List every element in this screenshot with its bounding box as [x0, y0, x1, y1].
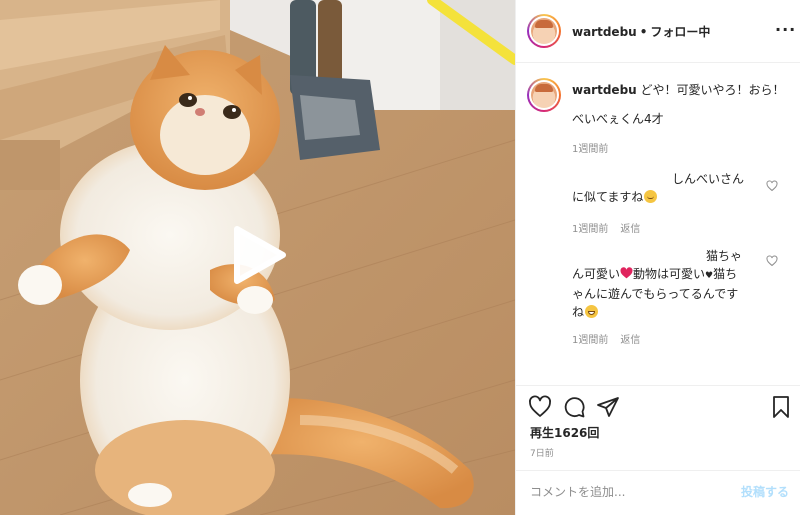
caption-line2: べいべぇくん4才	[572, 112, 664, 126]
comment-item: 猫ちゃ ん可愛い 動物は可愛い♥猫ち ゃんに遊んでもらってるんです ね 1週間前 返…	[572, 247, 762, 346]
comment-item: しんべいさん に似てますね 1週間前 返信	[572, 170, 762, 235]
comments-list: wartdebu どや！可愛いやろ！おら！ べいべぇくん4才 1週間前 しんべい…	[516, 63, 800, 385]
comment-like-heart-icon[interactable]	[766, 180, 778, 192]
caption-avatar[interactable]	[527, 78, 561, 112]
comment-input[interactable]	[530, 482, 730, 502]
caption-line: wartdebu どや！可愛いやろ！おら！	[572, 81, 792, 99]
comment-line: に似てますね	[572, 188, 762, 206]
reply-button[interactable]: 返信	[620, 224, 640, 235]
heart-icon[interactable]	[528, 395, 552, 419]
caption-timestamp[interactable]: 1週間前	[572, 144, 608, 155]
comment-line: 猫ちゃ	[706, 249, 743, 263]
smile-emoji-icon	[644, 190, 658, 203]
comment-line: ゃんに遊んでもらってるんです	[572, 287, 739, 301]
caption-time: 1週間前	[572, 140, 792, 155]
comment-line: しんべいさん	[672, 172, 745, 186]
grin-emoji-icon	[585, 305, 599, 318]
comment-line: ん可愛い 動物は可愛い♥猫ち	[572, 265, 762, 285]
comment-text: ね	[572, 305, 585, 319]
post-panel: wartdebu • フォロー中 ··· wartdebu どや！可愛いやろ！おら！…	[515, 0, 800, 515]
comment-text: 猫ち	[713, 267, 738, 281]
comment-text: に似てますね	[572, 190, 644, 204]
more-horizontal-icon[interactable]: ···	[775, 22, 795, 40]
post-header: wartdebu • フォロー中 ···	[516, 0, 800, 62]
caption: wartdebu どや！可愛いやろ！おら！ べいべぇくん4才 1週間前	[572, 81, 792, 155]
comment-text: ん可愛い	[572, 267, 621, 281]
comment-line: ね	[572, 303, 762, 321]
comment-box: 投稿する	[516, 470, 800, 515]
play-button[interactable]	[226, 222, 292, 288]
red-heart-emoji-icon	[620, 267, 633, 279]
post-comment-button[interactable]: 投稿する	[741, 483, 789, 500]
black-heart-icon: ♥	[705, 271, 714, 281]
post-time[interactable]: 7日前	[530, 446, 554, 459]
paper-plane-icon[interactable]	[596, 395, 620, 419]
play-icon	[234, 226, 286, 284]
post-actions: 再生1626回 7日前	[516, 386, 800, 470]
reply-button[interactable]: 返信	[620, 335, 640, 346]
comment-time[interactable]: 1週間前	[572, 224, 608, 235]
comment-icon[interactable]	[562, 395, 586, 419]
header-user-line: wartdebu • フォロー中	[572, 23, 710, 40]
view-count[interactable]: 再生1626回	[530, 424, 599, 441]
comment-like-heart-icon[interactable]	[766, 255, 778, 267]
comment-meta: 1週間前 返信	[572, 220, 762, 235]
caption-text: どや！可愛いやろ！おら！	[640, 83, 785, 97]
bookmark-icon[interactable]	[769, 395, 793, 419]
comment-time[interactable]: 1週間前	[572, 335, 608, 346]
avatar[interactable]	[527, 14, 561, 48]
caption-username[interactable]: wartdebu	[572, 83, 637, 97]
follow-status[interactable]: フォロー中	[650, 25, 710, 39]
separator-dot: •	[639, 25, 648, 39]
header-username[interactable]: wartdebu	[572, 25, 637, 39]
comment-text: 動物は可愛い	[633, 267, 706, 281]
comment-meta: 1週間前 返信	[572, 331, 762, 346]
post-video[interactable]	[0, 0, 515, 515]
